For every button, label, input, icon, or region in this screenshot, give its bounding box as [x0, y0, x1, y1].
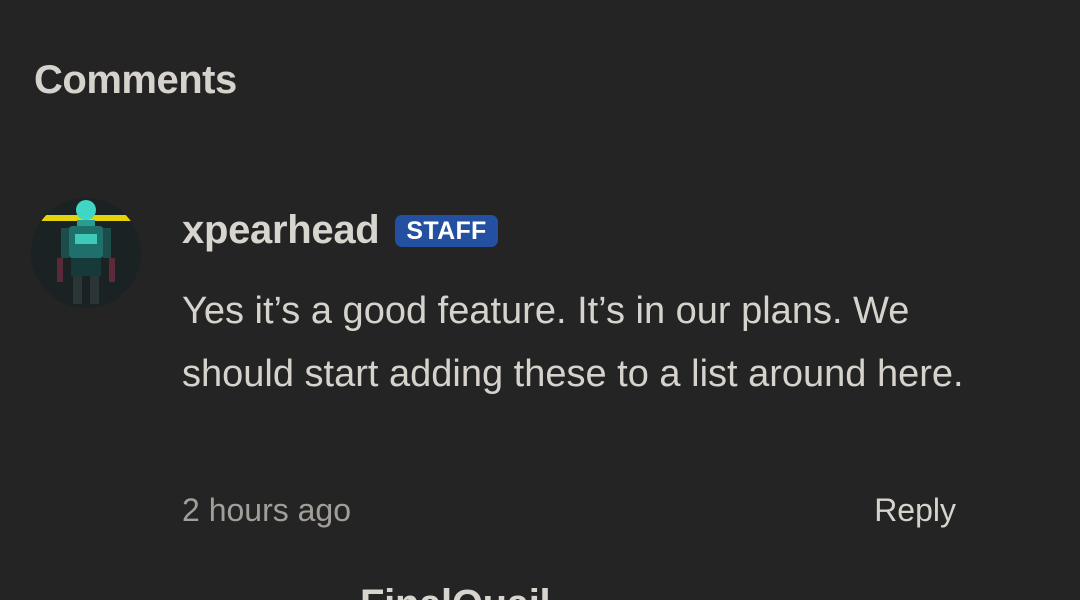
staff-badge: STAFF: [395, 215, 498, 247]
comments-heading: Comments: [34, 58, 237, 102]
comment-header: xpearhead STAFF: [182, 200, 1002, 260]
next-comment-author[interactable]: FinalQuail: [360, 580, 551, 600]
comments-page: Comments xpearhead STAFF Yes it’s a good…: [0, 0, 1080, 600]
avatar[interactable]: [31, 198, 141, 308]
comment-timestamp: 2 hours ago: [182, 491, 352, 528]
comment-text: Yes it’s a good feature. It’s in our pla…: [182, 290, 964, 395]
comment-footer: 2 hours ago Reply: [182, 488, 956, 532]
comment: xpearhead STAFF Yes it’s a good feature.…: [182, 200, 1002, 406]
reply-button[interactable]: Reply: [874, 492, 956, 529]
robot-avatar-icon: [31, 198, 141, 308]
author-name[interactable]: xpearhead: [182, 206, 380, 254]
